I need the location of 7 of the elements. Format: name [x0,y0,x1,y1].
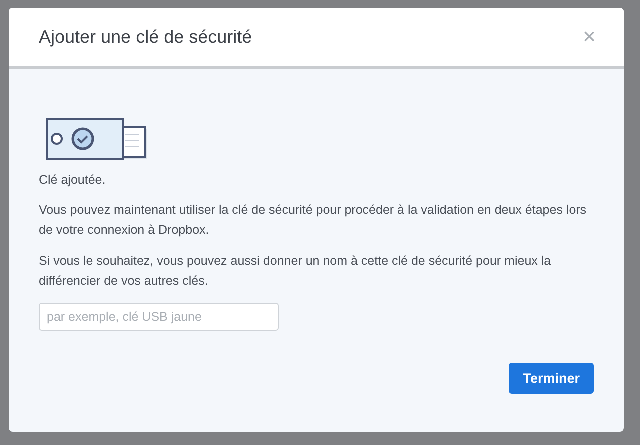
description-text: Vous pouvez maintenant utiliser la clé de sécurité pour procéder à la validation en deux étapes lors de votre connexion à Dropbox. [39,202,588,239]
dialog-title: Ajouter une clé de sécurité [39,26,252,48]
finish-button[interactable]: Terminer [509,363,594,394]
status-message: Clé ajoutée. [39,172,106,189]
description-text: Si vous le souhaitez, vous pouvez aussi donner un nom à cette clé de sécurité pour mieux la différencier de vos autres clés. [39,253,552,290]
close-button[interactable]: × [583,26,596,48]
key-name-field[interactable]: par exemple, clé USB jaune [39,303,279,331]
